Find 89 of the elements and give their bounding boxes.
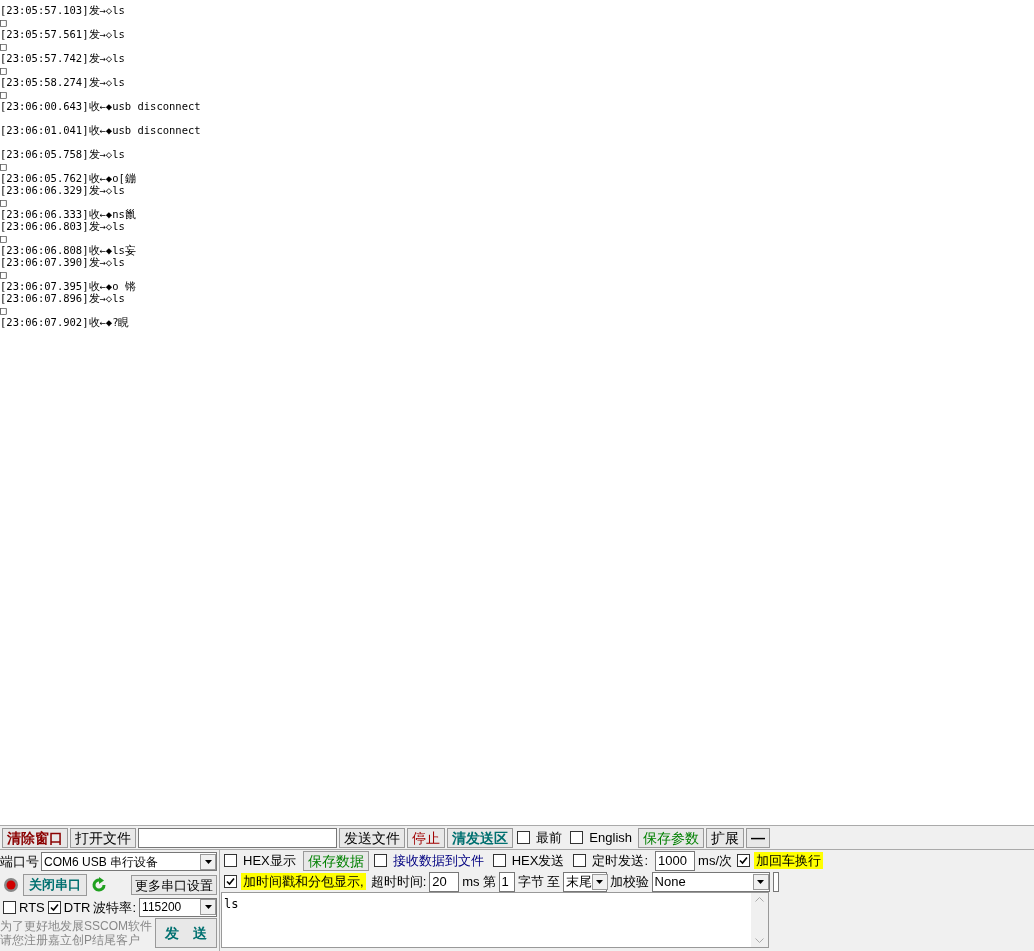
log-line: □	[0, 40, 7, 52]
dropdown-button[interactable]	[752, 873, 769, 890]
toolbar-button[interactable]: 保存数据	[302, 850, 369, 871]
toolbar-button[interactable]: 发送文件	[339, 827, 406, 848]
field-label: 超时时间:	[370, 872, 427, 891]
field-label: 加校验	[609, 872, 649, 891]
input-field[interactable]: 1	[498, 871, 515, 892]
checkbox[interactable]	[47, 900, 61, 914]
select-field[interactable]: None	[651, 871, 770, 892]
check-icon	[226, 877, 235, 886]
log-line: [23:05:57.742]发→◇ls	[0, 52, 125, 64]
log-line: [23:06:01.041]收←◆usb disconnect	[0, 124, 201, 136]
toolbar-button[interactable]: 清发送区	[447, 827, 514, 848]
checkbox-label: HEX显示	[242, 852, 297, 869]
check-icon	[49, 902, 59, 912]
checkbox-label: HEX发送	[510, 852, 566, 869]
input-field[interactable]: 20	[429, 871, 460, 892]
port-select[interactable]: COM6 USB 串行设备	[41, 852, 217, 872]
caret-icon	[204, 859, 212, 864]
log-line: □	[0, 268, 7, 280]
field-label: 字节	[517, 872, 544, 891]
input-field[interactable]	[772, 871, 779, 892]
log-line: [23:05:58.274]发→◇ls	[0, 76, 125, 88]
dropdown-button[interactable]	[200, 899, 216, 916]
log-line: [23:06:00.643]收←◆usb disconnect	[0, 100, 201, 112]
log-line: [23:05:57.103]发→◇ls	[0, 4, 125, 16]
checkbox[interactable]	[224, 875, 237, 888]
log-line: [23:06:06.333]收←◆ns巤	[0, 208, 136, 220]
select-field[interactable]: 末尾	[562, 871, 607, 892]
caret-icon	[204, 905, 212, 910]
log-line: □	[0, 232, 7, 244]
log-line: [23:06:07.395]收←◆o 锵	[0, 280, 136, 292]
send-button[interactable]: 发 送	[155, 918, 217, 948]
port-label: 端口号	[0, 853, 39, 871]
input-field[interactable]: 1000	[655, 850, 696, 871]
baud-select[interactable]: 115200	[139, 897, 217, 917]
toolbar-button[interactable]: 保存参数	[638, 827, 704, 848]
toolbar-button[interactable]: 打开文件	[70, 827, 136, 848]
toolbar-button[interactable]: 扩展	[706, 827, 744, 848]
log-line: [23:06:05.762]收←◆o[鏰	[0, 172, 136, 184]
log-line: [23:06:07.896]发→◇ls	[0, 292, 125, 304]
field-label: ms/次	[698, 851, 733, 870]
checkbox[interactable]	[737, 854, 751, 867]
promo-text: 请您注册嘉立创P结尾客户	[0, 933, 141, 947]
checkbox[interactable]	[492, 854, 506, 867]
log-line: [23:06:05.758]发→◇ls	[0, 148, 125, 160]
checkbox-label: 最前	[535, 829, 564, 846]
log-line: □	[0, 304, 7, 316]
log-line: □	[0, 64, 7, 76]
baud-label: 波特率:	[93, 898, 137, 917]
check-icon	[739, 856, 749, 865]
checkbox-label: 加回车换行	[754, 852, 824, 869]
caret-icon	[757, 879, 765, 884]
log-line: [23:06:07.902]收←◆?睍	[0, 316, 130, 328]
checkbox[interactable]	[570, 831, 584, 844]
log-line: [23:06:06.329]发→◇ls	[0, 184, 125, 196]
checkbox[interactable]	[3, 900, 16, 914]
field-label: 至	[546, 872, 560, 891]
log-line: □	[0, 88, 7, 100]
close-port-button[interactable]: 关闭串口	[23, 873, 87, 896]
field-label: 第	[482, 872, 496, 891]
field-label: ms	[462, 872, 480, 891]
toolbar-button[interactable]: —	[746, 827, 770, 848]
log-line: □	[0, 160, 7, 172]
checkbox-label: 加时间戳和分包显示,	[241, 873, 366, 890]
checkbox-label: 接收数据到文件	[391, 852, 485, 869]
log-line: [23:06:06.803]发→◇ls	[0, 220, 125, 232]
checkbox[interactable]	[517, 831, 531, 844]
dtr-label: DTR	[63, 898, 91, 917]
checkbox[interactable]	[224, 854, 237, 867]
more-settings-button[interactable]: 更多串口设置	[131, 874, 217, 895]
refresh-icon[interactable]	[91, 876, 107, 893]
log-line: [23:06:06.808]收←◆ls妄	[0, 244, 136, 256]
toolbar-button[interactable]: 清除窗口	[2, 827, 68, 848]
dropdown-button[interactable]	[200, 853, 216, 870]
log-line: □	[0, 16, 7, 28]
checkbox-label: English	[588, 829, 633, 846]
rts-label: RTS	[19, 898, 45, 917]
log-line: [23:06:07.390]发→◇ls	[0, 256, 125, 268]
input-field[interactable]	[138, 827, 338, 848]
toolbar-button[interactable]: 停止	[407, 827, 446, 848]
caret-icon	[596, 879, 604, 884]
checkbox-label: 定时发送:	[591, 852, 650, 869]
checkbox[interactable]	[373, 854, 387, 867]
log-line: □	[0, 196, 7, 208]
promo-text: 为了更好地发展SSCOM软件	[0, 919, 152, 933]
checkbox[interactable]	[573, 854, 587, 867]
log-line: [23:05:57.561]发→◇ls	[0, 28, 125, 40]
dropdown-button[interactable]	[591, 873, 608, 890]
